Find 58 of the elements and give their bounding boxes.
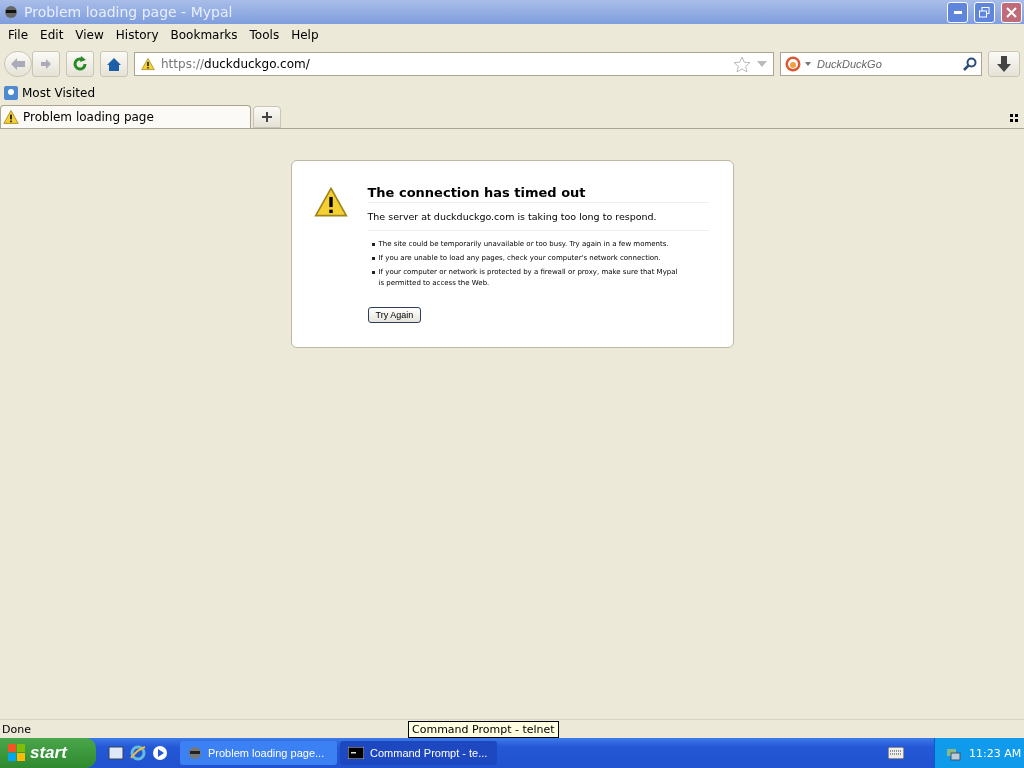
duck-logo-icon	[785, 56, 801, 72]
menu-item[interactable]: Help	[285, 28, 325, 42]
browser-tab[interactable]: Problem loading page	[0, 105, 251, 128]
back-arrow-icon	[10, 57, 26, 71]
error-title: The connection has timed out	[367, 185, 709, 203]
windows-logo-icon	[8, 744, 26, 762]
window-title: Problem loading page - Mypal	[24, 4, 234, 20]
home-button[interactable]	[100, 51, 128, 77]
address-bar[interactable]: https://duckduckgo.com/	[134, 52, 774, 76]
star-icon[interactable]	[733, 55, 751, 73]
status-text: Done	[2, 722, 31, 736]
bullet-icon	[371, 271, 375, 274]
tooltip: Command Prompt - telnet	[408, 721, 559, 738]
tab-groups-icon[interactable]	[1010, 114, 1018, 122]
download-arrow-icon	[997, 56, 1011, 72]
restore-button[interactable]	[974, 1, 995, 23]
warning-icon	[313, 185, 348, 219]
downloads-button[interactable]	[988, 51, 1020, 77]
bookmark-icon	[4, 86, 18, 100]
bullet-icon	[371, 243, 375, 246]
menu-item[interactable]: Tools	[243, 28, 286, 42]
warning-icon	[3, 109, 19, 125]
taskbar-button[interactable]: Command Prompt - te...	[340, 741, 497, 765]
back-button[interactable]	[4, 51, 32, 77]
reload-button[interactable]	[66, 51, 94, 77]
keyboard-icon[interactable]	[888, 747, 904, 759]
media-player-icon[interactable]	[152, 745, 168, 761]
clock: 11:23 AM	[969, 746, 1022, 760]
forward-button[interactable]	[32, 51, 60, 77]
bookmark-item[interactable]: Most Visited	[22, 86, 96, 100]
console-icon	[348, 747, 364, 759]
menu-item[interactable]: History	[109, 28, 165, 42]
dropdown-icon[interactable]	[757, 61, 767, 67]
minimize-button[interactable]	[947, 1, 968, 23]
taskbar-button[interactable]: Problem loading page...	[180, 741, 337, 765]
search-icon[interactable]	[963, 57, 977, 71]
bullet-icon	[371, 257, 375, 260]
forward-arrow-icon	[40, 58, 52, 70]
try-again-button[interactable]: Try Again	[367, 307, 422, 323]
plus-icon	[262, 112, 272, 122]
menu-item[interactable]: Edit	[34, 28, 70, 42]
menu-item[interactable]: Bookmarks	[164, 28, 244, 42]
new-tab-button[interactable]	[253, 106, 281, 128]
url-text: https://duckduckgo.com/	[161, 57, 310, 71]
home-icon	[106, 56, 122, 72]
browser-icon[interactable]	[130, 745, 146, 761]
dropdown-icon[interactable]	[805, 62, 811, 66]
close-icon	[1006, 6, 1017, 18]
menu-item[interactable]: File	[2, 28, 35, 42]
minimize-icon	[953, 10, 962, 14]
restore-icon	[979, 6, 990, 18]
warning-icon	[141, 57, 155, 71]
reload-icon	[72, 56, 88, 72]
search-bar[interactable]: DuckDuckGo	[780, 52, 982, 76]
error-message: The server at duckduckgo.com is taking too long to respond.	[367, 211, 709, 231]
close-button[interactable]	[1001, 1, 1022, 23]
menu-item[interactable]: View	[69, 28, 110, 42]
start-button[interactable]: start	[0, 738, 96, 768]
